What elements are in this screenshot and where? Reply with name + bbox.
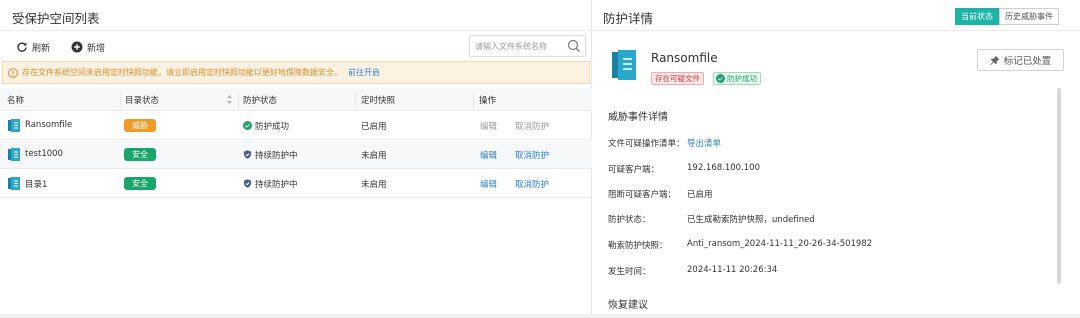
detail-value: 已生成勒索防护快照，undefined [687, 215, 815, 225]
panel-title: 受保护空间列表 [12, 11, 100, 26]
detail-value: 2024-11-11 20:26:34 [687, 265, 778, 275]
table-header: 名称 目录状态 防护状态 定时快照 操作 [0, 88, 592, 111]
search-input[interactable] [475, 39, 565, 53]
table-row[interactable]: test1000 安全 持续防护中 未启用 编辑 取消防护 [0, 141, 592, 169]
detail-label: 可疑客户端： [608, 165, 660, 175]
divider [593, 30, 1080, 31]
status-badge: 安全 [124, 148, 156, 161]
detail-tab-switch: 当前状态 历史威胁事件 [955, 8, 1059, 25]
column-header-protection: 防护状态 [243, 96, 278, 106]
snapshot-status: 已启用 [361, 122, 387, 132]
column-divider [473, 93, 474, 106]
app-window: 受保护空间列表 刷新 新增 存在文件系统空间未启用定时快照功能，请立即启用定时快… [0, 0, 1080, 318]
column-header-name: 名称 [7, 96, 25, 106]
sort-icon[interactable] [226, 94, 233, 105]
add-button[interactable]: 新增 [71, 39, 105, 55]
plus-circle-icon [71, 41, 83, 53]
refresh-button[interactable]: 刷新 [16, 39, 50, 55]
status-badge: 安全 [124, 177, 156, 190]
warning-text: 存在文件系统空间未启用定时快照功能，请立即启用定时快照功能以更好地保障数据安全。 [22, 68, 342, 77]
check-circle-icon [716, 74, 725, 83]
detail-value: Anti_ransom_2024-11-11_20-26-34-501982 [687, 239, 873, 249]
edit-button[interactable]: 编辑 [480, 178, 497, 190]
add-label: 新增 [87, 43, 106, 54]
row-name: Ransomfile [25, 120, 73, 130]
column-divider [238, 93, 239, 106]
detail-value: 192.168.100.100 [687, 163, 761, 173]
suspicious-file-tag: 存在可疑文件 [651, 72, 704, 85]
edit-button[interactable]: 编辑 [480, 149, 497, 161]
folder-icon [8, 148, 20, 161]
tab-threat-history[interactable]: 历史威胁事件 [999, 8, 1059, 25]
search-box [469, 35, 586, 57]
edit-button[interactable]: 编辑 [480, 120, 497, 132]
divider [0, 30, 592, 31]
cancel-protection-button[interactable]: 取消防护 [515, 120, 549, 132]
cancel-protection-button[interactable]: 取消防护 [515, 178, 549, 190]
snapshot-warning-banner: 存在文件系统空间未启用定时快照功能，请立即启用定时快照功能以更好地保障数据安全。… [2, 61, 590, 84]
protection-success-label: 防护成功 [727, 74, 757, 83]
detail-label: 发生时间： [608, 267, 651, 277]
table-row[interactable]: Ransomfile 威胁 防护成功 已启用 编辑 取消防护 [0, 112, 592, 140]
detail-label: 勒索防护快照： [608, 241, 668, 251]
column-header-status: 目录状态 [125, 96, 160, 106]
recovery-suggestion-heading: 恢复建议 [608, 300, 648, 311]
protection-status: 防护成功 [255, 122, 290, 132]
export-list-link[interactable]: 导出清单 [687, 137, 721, 149]
warning-icon [8, 67, 18, 78]
detail-label: 阻断可疑客户端： [608, 190, 677, 200]
cancel-protection-button[interactable]: 取消防护 [515, 149, 549, 161]
protection-status: 持续防护中 [255, 180, 298, 190]
protection-detail-panel: 防护详情 当前状态 历史威胁事件 Ransomfile 存在可疑文件 防护成功 … [593, 0, 1080, 318]
column-header-actions: 操作 [479, 96, 497, 106]
folder-icon [8, 177, 20, 190]
search-icon[interactable] [567, 39, 581, 53]
check-circle-icon [243, 121, 252, 130]
file-icon [612, 50, 636, 80]
protection-status: 持续防护中 [255, 151, 298, 161]
shield-icon [243, 179, 252, 188]
mark-handled-label: 标记已处置 [1003, 56, 1052, 67]
detail-scrollbar[interactable] [1057, 88, 1061, 284]
threat-detail-heading: 威胁事件详情 [608, 112, 668, 123]
shield-icon [243, 150, 252, 159]
column-header-snapshot: 定时快照 [361, 96, 396, 106]
snapshot-status: 未启用 [361, 180, 387, 190]
refresh-label: 刷新 [32, 43, 51, 54]
status-badge: 威胁 [124, 119, 156, 132]
folder-icon [8, 119, 20, 132]
tab-current-status[interactable]: 当前状态 [955, 8, 999, 25]
column-divider [120, 93, 121, 106]
pin-icon [990, 55, 1000, 65]
protected-space-panel: 受保护空间列表 刷新 新增 存在文件系统空间未启用定时快照功能，请立即启用定时快… [0, 0, 592, 318]
table-row[interactable]: 目录1 安全 持续防护中 未启用 编辑 取消防护 [0, 170, 592, 198]
mark-handled-button[interactable]: 标记已处置 [977, 49, 1064, 71]
panel-title: 防护详情 [603, 11, 654, 26]
protection-success-tag: 防护成功 [713, 72, 761, 85]
refresh-icon [17, 42, 27, 52]
row-name: 目录1 [25, 180, 48, 190]
enable-snapshot-link[interactable]: 前往开启 [348, 67, 380, 78]
row-name: test1000 [25, 149, 63, 159]
file-name: Ransomfile [651, 51, 718, 65]
bottom-scrollbar-track [0, 314, 1080, 318]
snapshot-status: 未启用 [361, 151, 387, 161]
detail-label: 防护状态： [608, 215, 651, 225]
detail-value: 已启用 [687, 190, 713, 200]
detail-label: 文件可疑操作清单： [608, 139, 685, 149]
column-divider [355, 93, 356, 106]
